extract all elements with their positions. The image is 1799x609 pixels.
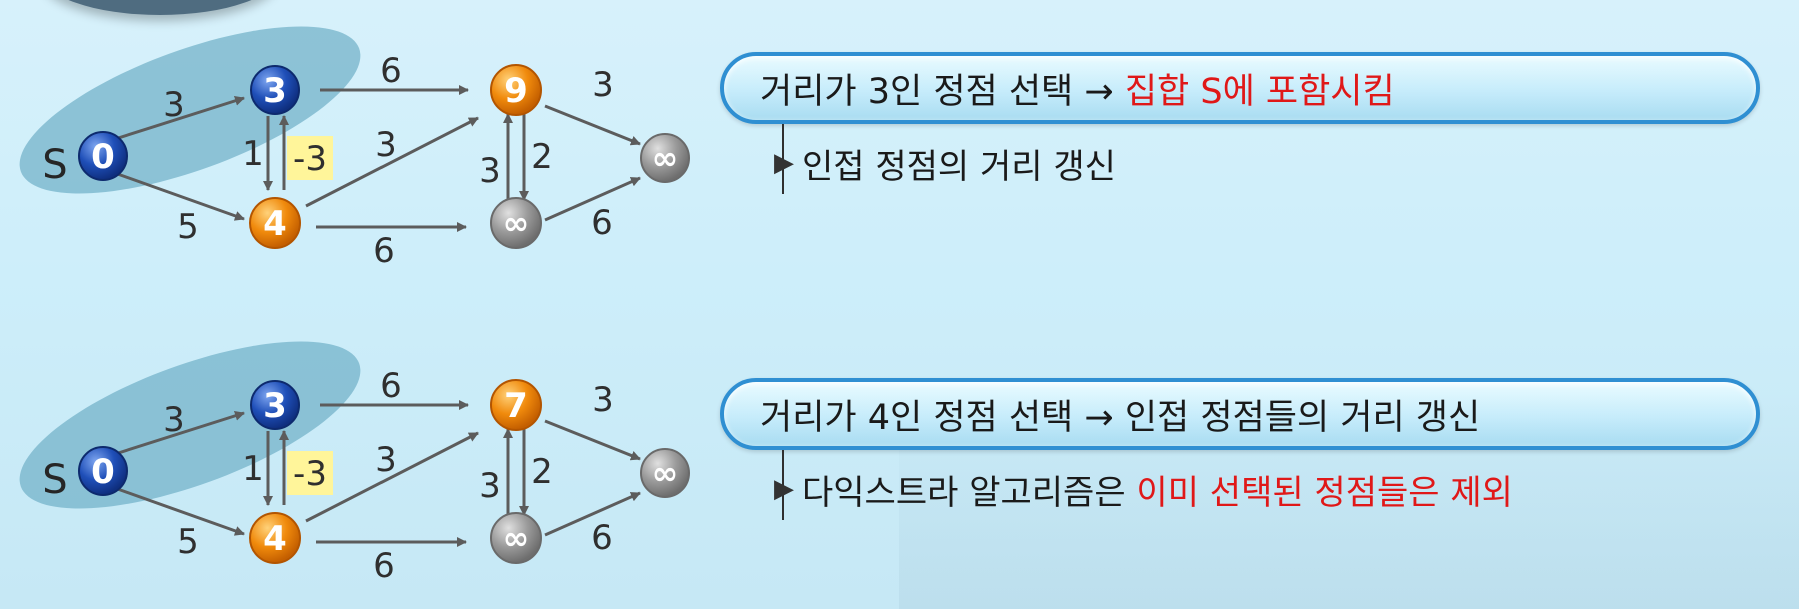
step-1-subpoint: ▶ 인접 정점의 거리 갱신	[772, 124, 1760, 194]
node-a: 3	[250, 380, 300, 430]
svg-text:3: 3	[263, 386, 287, 426]
step-1-sub-plain: 인접 정점의 거리 갱신	[802, 146, 1116, 187]
weight-s-a: 3	[163, 85, 185, 125]
edge-c-e	[544, 104, 641, 146]
weight-d-c: 3	[479, 151, 501, 191]
svg-text:∞: ∞	[503, 519, 530, 557]
node-e: ∞	[640, 448, 690, 498]
step-2-panel: 거리가 4인 정점 선택 → 인접 정점들의 거리 갱신 ▶ 다익스트라 알고리…	[720, 378, 1760, 520]
weight-s-a: 3	[163, 400, 185, 440]
step-1-title-highlight: 집합 S에 포함시킴	[1124, 71, 1395, 112]
step-1-title: 거리가 3인 정점 선택 → 집합 S에 포함시킴	[760, 63, 1395, 114]
edge-c-e	[544, 419, 641, 461]
weight-c-e: 3	[592, 380, 614, 420]
step-2-sub-text: 다익스트라 알고리즘은 이미 선택된 정점들은 제외	[802, 465, 1513, 514]
node-b: 4	[249, 197, 301, 249]
step-1-title-box: 거리가 3인 정점 선택 → 집합 S에 포함시킴	[720, 52, 1760, 124]
svg-text:∞: ∞	[652, 139, 679, 177]
weight-s-b: 5	[177, 207, 199, 247]
step-2-subpoint: ▶ 다익스트라 알고리즘은 이미 선택된 정점들은 제외	[772, 450, 1760, 520]
svg-text:0: 0	[91, 137, 115, 177]
step-1-sub-text: 인접 정점의 거리 갱신	[802, 139, 1116, 188]
graph-step-1: 3 5 6 1 -3 3 6 3 2 3 6 S 0 3 4 9 ∞ ∞	[19, 26, 690, 271]
svg-text:7: 7	[504, 386, 528, 426]
weight-b-d: 6	[373, 231, 395, 271]
node-c: 7	[490, 379, 542, 431]
node-c: 9	[490, 64, 542, 116]
node-a: 3	[250, 65, 300, 115]
weight-s-b: 5	[177, 522, 199, 562]
step-2-sub-plain: 다익스트라 알고리즘은	[802, 472, 1137, 513]
svg-text:0: 0	[91, 452, 115, 492]
node-e: ∞	[640, 133, 690, 183]
svg-text:3: 3	[263, 71, 287, 111]
source-label: S	[42, 457, 67, 503]
weight-b-a: 1	[242, 449, 264, 489]
weight-a-c: 6	[380, 51, 402, 91]
step-2-title: 거리가 4인 정점 선택 → 인접 정점들의 거리 갱신	[760, 389, 1480, 440]
node-d: ∞	[490, 197, 542, 249]
step-1-title-plain: 거리가 3인 정점 선택 →	[760, 71, 1125, 112]
step-2-title-plain: 거리가 4인 정점 선택 → 인접 정점들의 거리 갱신	[760, 397, 1481, 438]
node-b: 4	[249, 512, 301, 564]
weight-a-b: -3	[293, 454, 327, 494]
weight-b-c: 3	[375, 440, 397, 480]
weight-c-d: 2	[531, 137, 553, 177]
svg-text:4: 4	[263, 204, 287, 244]
svg-text:4: 4	[263, 519, 287, 559]
bullet-arrow-icon: ▶	[774, 474, 794, 504]
graph-step-2: 3 5 6 1 -3 3 6 3 2 3 6 S 0 3 4 7 ∞ ∞	[19, 341, 690, 586]
svg-text:9: 9	[504, 71, 528, 111]
weight-c-d: 2	[531, 452, 553, 492]
step-2-sub-highlight: 이미 선택된 정점들은 제외	[1136, 472, 1513, 513]
weight-a-b: -3	[293, 139, 327, 179]
source-label: S	[42, 142, 67, 188]
bullet-arrow-icon: ▶	[774, 148, 794, 178]
weight-b-d: 6	[373, 546, 395, 586]
node-s: 0	[78, 131, 128, 181]
node-d: ∞	[490, 512, 542, 564]
weight-b-a: 1	[242, 134, 264, 174]
weight-d-c: 3	[479, 466, 501, 506]
weight-c-e: 3	[592, 65, 614, 105]
node-s: 0	[78, 446, 128, 496]
weight-d-e: 6	[591, 518, 613, 558]
weight-a-c: 6	[380, 366, 402, 406]
step-2-title-box: 거리가 4인 정점 선택 → 인접 정점들의 거리 갱신	[720, 378, 1760, 450]
selected-set-region	[19, 341, 361, 509]
weight-d-e: 6	[591, 203, 613, 243]
step-1-panel: 거리가 3인 정점 선택 → 집합 S에 포함시킴 ▶ 인접 정점의 거리 갱신	[720, 52, 1760, 194]
svg-text:∞: ∞	[652, 454, 679, 492]
svg-text:∞: ∞	[503, 204, 530, 242]
weight-b-c: 3	[375, 125, 397, 165]
selected-set-region	[19, 26, 361, 194]
